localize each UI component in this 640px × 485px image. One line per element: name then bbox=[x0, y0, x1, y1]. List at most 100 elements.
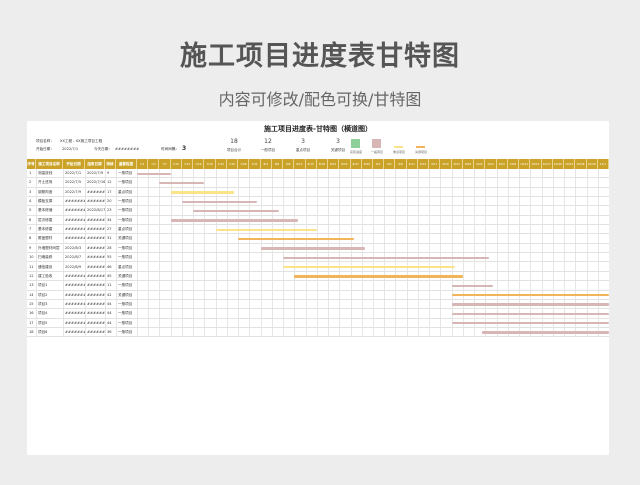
gantt-bar[interactable] bbox=[283, 266, 456, 269]
gantt-bar[interactable] bbox=[170, 191, 235, 194]
table-row[interactable]: 18项目6################36一般项目 bbox=[27, 328, 609, 338]
table-row[interactable]: 4模板支撑################20一般项目 bbox=[27, 197, 609, 207]
row-cell: ######## bbox=[65, 311, 85, 316]
table-row[interactable]: 17项目5################44一般项目 bbox=[27, 319, 609, 328]
row-cell: 28 bbox=[107, 245, 112, 250]
date-header: 9/14 bbox=[418, 159, 430, 169]
table-row[interactable]: 10 扫墙装修 2022/8/7 ########55 一般项目 bbox=[27, 253, 609, 263]
row-cell: ######## bbox=[65, 208, 85, 213]
gantt-bar[interactable] bbox=[193, 209, 280, 213]
table-row[interactable]: 13项目1################11一般项目 bbox=[27, 281, 609, 291]
row-cell: 9 bbox=[107, 171, 110, 175]
row-cell: 2022/7/9 bbox=[87, 171, 104, 175]
row-cell: 一般项目 bbox=[118, 208, 133, 213]
row-cell: 基本修缮 bbox=[38, 208, 53, 213]
row-cell: 2022/7/9 bbox=[65, 189, 82, 194]
date-header: 8/21 bbox=[328, 159, 340, 169]
project-name-value[interactable]: XX工程 - XX施工项目工程 bbox=[60, 139, 102, 144]
row-cell: 45 bbox=[107, 273, 112, 278]
row-cell: 开土进场 bbox=[38, 180, 53, 185]
start-date-value[interactable]: 2022/7/1 bbox=[62, 147, 78, 152]
date-header: 8/27 bbox=[351, 159, 362, 169]
row-cell: 一般项目 bbox=[118, 255, 133, 260]
table-row[interactable]: 6层次修建################34一般项目 bbox=[27, 216, 609, 226]
column-header: 序号 bbox=[27, 159, 36, 169]
date-header: 10/2 bbox=[485, 159, 497, 169]
today-value[interactable]: ######## bbox=[115, 147, 139, 152]
row-cell: ######## bbox=[65, 199, 85, 204]
date-header: 9/29 bbox=[474, 159, 486, 169]
row-cell: ######## bbox=[87, 311, 105, 316]
table-row[interactable]: 1 测量放线 2022/7/1 2022/7/9 9 一般项目 bbox=[27, 169, 609, 179]
table-row[interactable]: 11 通信建设 2022/8/9 ########46 重点项目 bbox=[27, 263, 609, 272]
row-cell: 覆盖塑材 bbox=[38, 236, 53, 241]
gantt-bar[interactable] bbox=[137, 172, 171, 175]
table-row[interactable]: 15项目3################44一般项目 bbox=[27, 300, 609, 310]
interval-value[interactable]: 3 bbox=[182, 146, 186, 152]
row-cell: 项目4 bbox=[38, 311, 48, 316]
row-cell: 11 bbox=[29, 264, 34, 269]
row-cell: 34 bbox=[107, 217, 112, 222]
banner-title: 施工项目进度表甘特图 bbox=[180, 41, 460, 72]
row-cell: 44 bbox=[107, 320, 112, 325]
date-header: 9/26 bbox=[463, 159, 475, 169]
gantt-bar[interactable] bbox=[451, 322, 609, 325]
date-header: 7/31 bbox=[249, 159, 261, 169]
row-cell: ######## bbox=[87, 283, 105, 288]
gantt-bar[interactable] bbox=[451, 294, 609, 297]
date-header: 9/5 bbox=[384, 159, 396, 169]
gantt-bar[interactable] bbox=[451, 303, 609, 306]
interval-label: 时间间隔： bbox=[161, 147, 179, 151]
row-cell: 扫墙装修 bbox=[38, 255, 53, 260]
date-header: 10/11 bbox=[519, 159, 531, 169]
summary-label: 一般项目 bbox=[260, 148, 276, 152]
row-cell: 一般项目 bbox=[118, 217, 133, 222]
gantt-bar[interactable] bbox=[215, 228, 317, 231]
row-cell: ######## bbox=[65, 273, 85, 278]
table-row[interactable]: 8覆盖塑材################31关键项目 bbox=[27, 234, 609, 244]
table-row[interactable]: 5 基本修缮 ########2022/8/1723 一般项目 bbox=[27, 206, 609, 216]
gantt-bar[interactable] bbox=[170, 219, 299, 222]
row-cell: 关键项目 bbox=[118, 273, 133, 278]
row-cell: 2 bbox=[29, 180, 32, 185]
date-header: 8/30 bbox=[362, 159, 373, 169]
row-cell: 12 bbox=[29, 273, 34, 278]
gantt-bar[interactable] bbox=[294, 275, 463, 278]
gantt-bar[interactable] bbox=[451, 284, 493, 288]
gantt-bar[interactable] bbox=[238, 237, 355, 241]
row-cell: ######## bbox=[87, 329, 105, 334]
gantt-bar[interactable] bbox=[260, 247, 366, 250]
row-cell: 13 bbox=[29, 283, 34, 288]
date-header: 8/24 bbox=[339, 159, 351, 169]
gantt-bar[interactable] bbox=[283, 256, 490, 260]
row-cell: 27 bbox=[107, 227, 112, 232]
gantt-bar[interactable] bbox=[181, 200, 257, 203]
gantt-bar[interactable] bbox=[451, 312, 609, 316]
legend-swatch bbox=[351, 139, 360, 148]
row-cell: 模板支撑 bbox=[38, 199, 53, 204]
row-cell: 1 bbox=[29, 171, 32, 175]
table-row[interactable]: 14项目2################42关键项目 bbox=[27, 291, 609, 300]
date-header: 7/13 bbox=[182, 159, 194, 169]
row-cell: ######## bbox=[65, 227, 85, 232]
date-header: 9/2 bbox=[373, 159, 385, 169]
row-cell: ######## bbox=[87, 292, 105, 297]
date-header: 10/20 bbox=[553, 159, 565, 169]
table-row[interactable]: 3 钢筋构造 2022/7/9 ########17 重点项目 bbox=[27, 188, 609, 198]
gantt-bar[interactable] bbox=[481, 331, 609, 334]
table-row[interactable]: 9 外墙塑材间层 2022/8/3 ########28 一般项目 bbox=[27, 244, 609, 254]
date-header: 10/26 bbox=[575, 159, 587, 169]
row-cell: ######## bbox=[87, 273, 105, 278]
date-header: 9/8 bbox=[395, 159, 407, 169]
row-cell: 一般项目 bbox=[118, 301, 133, 306]
table-row[interactable]: 7基本修建################27重点项目 bbox=[27, 225, 609, 235]
date-header: 8/9 bbox=[283, 159, 295, 169]
table-row[interactable]: 16项目4################44一般项目 bbox=[27, 309, 609, 319]
table-row[interactable]: 2 开土进场 2022/7/5 2022/7/16 12 一般项目 bbox=[27, 178, 609, 188]
gantt-bar[interactable] bbox=[159, 181, 205, 185]
column-header: 重要程度 bbox=[116, 159, 137, 169]
date-header: 9/23 bbox=[452, 159, 463, 169]
project-name-label: 项目名称： bbox=[36, 139, 54, 143]
table-row[interactable]: 12建工验收################45关键项目 bbox=[27, 272, 609, 282]
date-header: 10/23 bbox=[564, 159, 576, 169]
